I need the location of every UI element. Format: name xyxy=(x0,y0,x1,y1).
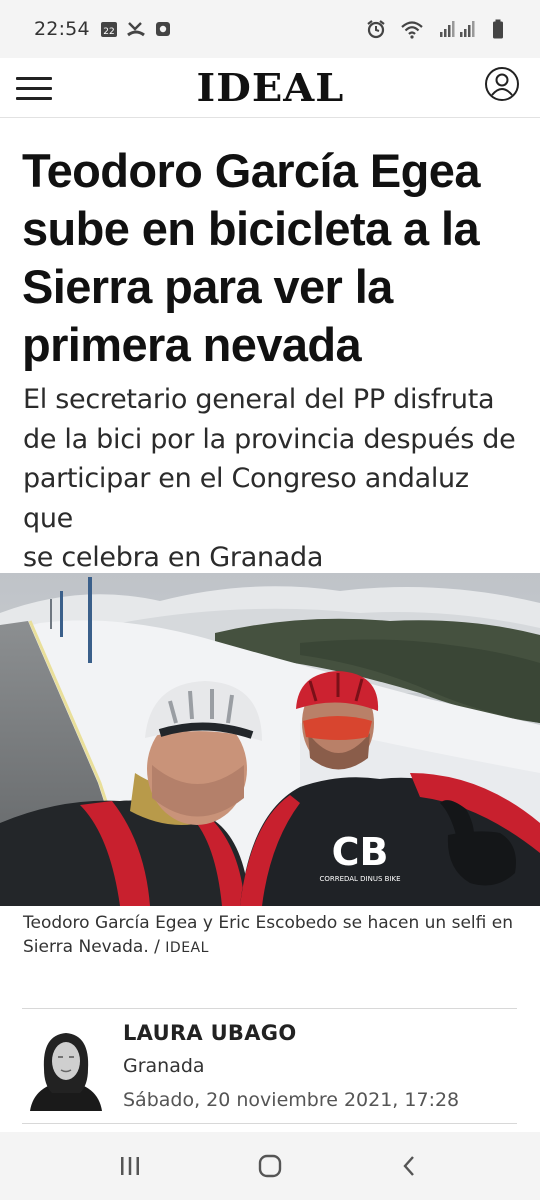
author-box: LAURA UBAGO Granada Sábado, 20 noviembre… xyxy=(22,1008,517,1124)
photo-credit: IDEAL xyxy=(165,939,209,956)
user-icon[interactable] xyxy=(484,66,520,102)
author-avatar[interactable] xyxy=(28,1023,104,1111)
subtitle-line: se celebra en Granada xyxy=(23,542,324,573)
article-subtitle: El secretario general del PP disfruta de… xyxy=(23,380,523,578)
home-icon[interactable] xyxy=(245,1141,295,1191)
subtitle-line: El secretario general del PP disfruta xyxy=(23,384,495,415)
subtitle-line: participar en el Congreso andaluz que xyxy=(23,463,469,534)
publish-date: Sábado, 20 noviembre 2021, 17:28 xyxy=(123,1089,460,1111)
article-headline: Teodoro García Egea sube en bicicleta a … xyxy=(22,142,522,374)
missed-call-icon xyxy=(126,20,146,38)
menu-icon[interactable] xyxy=(16,70,54,106)
screen: 22:54 22 IDEAL Teodoro García Egea sube … xyxy=(0,0,540,1200)
recents-icon[interactable] xyxy=(105,1141,155,1191)
wifi-icon xyxy=(400,19,424,39)
article-photo[interactable]: CB CORREDAL DINUS BIKE xyxy=(0,573,540,906)
headline-line: Sierra para ver la xyxy=(22,260,393,313)
caption-line: Sierra Nevada. / IDEAL xyxy=(23,936,523,961)
jersey-subtext: CORREDAL DINUS BIKE xyxy=(319,875,400,883)
headline-line: primera nevada xyxy=(22,318,362,371)
status-bar: 22:54 22 xyxy=(0,0,540,58)
system-nav-bar xyxy=(0,1132,540,1200)
jersey-logo: CB xyxy=(332,830,389,874)
author-city: Granada xyxy=(123,1055,205,1077)
calendar-day: 22 xyxy=(103,27,114,37)
signal-icon xyxy=(438,20,478,38)
site-header: IDEAL xyxy=(0,58,540,118)
caption-text: Sierra Nevada. / xyxy=(23,936,166,957)
status-time: 22:54 xyxy=(34,18,90,40)
photo-caption: Teodoro García Egea y Eric Escobedo se h… xyxy=(23,912,523,960)
calendar-icon: 22 xyxy=(100,20,118,38)
headline-line: sube en bicicleta a la xyxy=(22,202,480,255)
caption-line: Teodoro García Egea y Eric Escobedo se h… xyxy=(23,913,513,933)
back-icon[interactable] xyxy=(385,1141,435,1191)
headline-line: Teodoro García Egea xyxy=(22,144,480,197)
site-logo[interactable]: IDEAL xyxy=(196,65,344,110)
author-name[interactable]: LAURA UBAGO xyxy=(123,1021,296,1045)
notification-icon xyxy=(154,20,172,38)
alarm-icon xyxy=(366,19,386,39)
subtitle-line: de la bici por la provincia después de xyxy=(23,423,516,455)
battery-icon xyxy=(492,19,504,39)
